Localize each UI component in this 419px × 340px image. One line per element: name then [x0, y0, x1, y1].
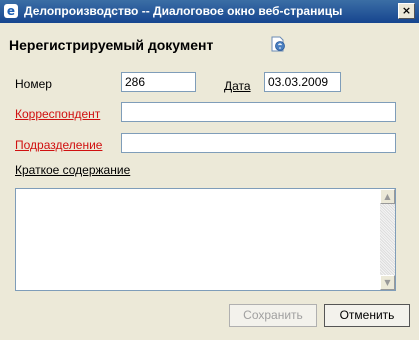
date-field[interactable]: 03.03.2009: [264, 72, 341, 92]
window-title: Делопроизводство -- Диалоговое окно веб-…: [24, 4, 343, 18]
number-label: Номер: [15, 77, 52, 91]
date-label[interactable]: Дата: [224, 79, 251, 93]
ie-icon: e: [4, 4, 18, 18]
department-field[interactable]: [121, 133, 396, 153]
summary-label[interactable]: Краткое содержание: [15, 163, 130, 177]
summary-textarea[interactable]: ▲ ▼: [15, 188, 396, 291]
close-button[interactable]: ×: [398, 3, 415, 19]
dialog-window: e Делопроизводство -- Диалоговое окно ве…: [0, 0, 419, 340]
vertical-scrollbar[interactable]: ▲ ▼: [380, 189, 395, 290]
page-title: Нерегистрируемый документ: [9, 37, 214, 53]
save-button[interactable]: Сохранить: [229, 304, 317, 327]
number-field[interactable]: 286: [121, 72, 196, 92]
document-help-icon[interactable]: [269, 35, 287, 53]
title-bar: e Делопроизводство -- Диалоговое окно ве…: [0, 0, 419, 23]
cancel-button[interactable]: Отменить: [324, 304, 410, 327]
department-link[interactable]: Подразделение: [15, 138, 102, 152]
scroll-down-button[interactable]: ▼: [380, 275, 395, 290]
correspondent-field[interactable]: [121, 102, 396, 122]
correspondent-link[interactable]: Корреспондент: [15, 107, 100, 121]
scroll-up-button[interactable]: ▲: [380, 189, 395, 204]
